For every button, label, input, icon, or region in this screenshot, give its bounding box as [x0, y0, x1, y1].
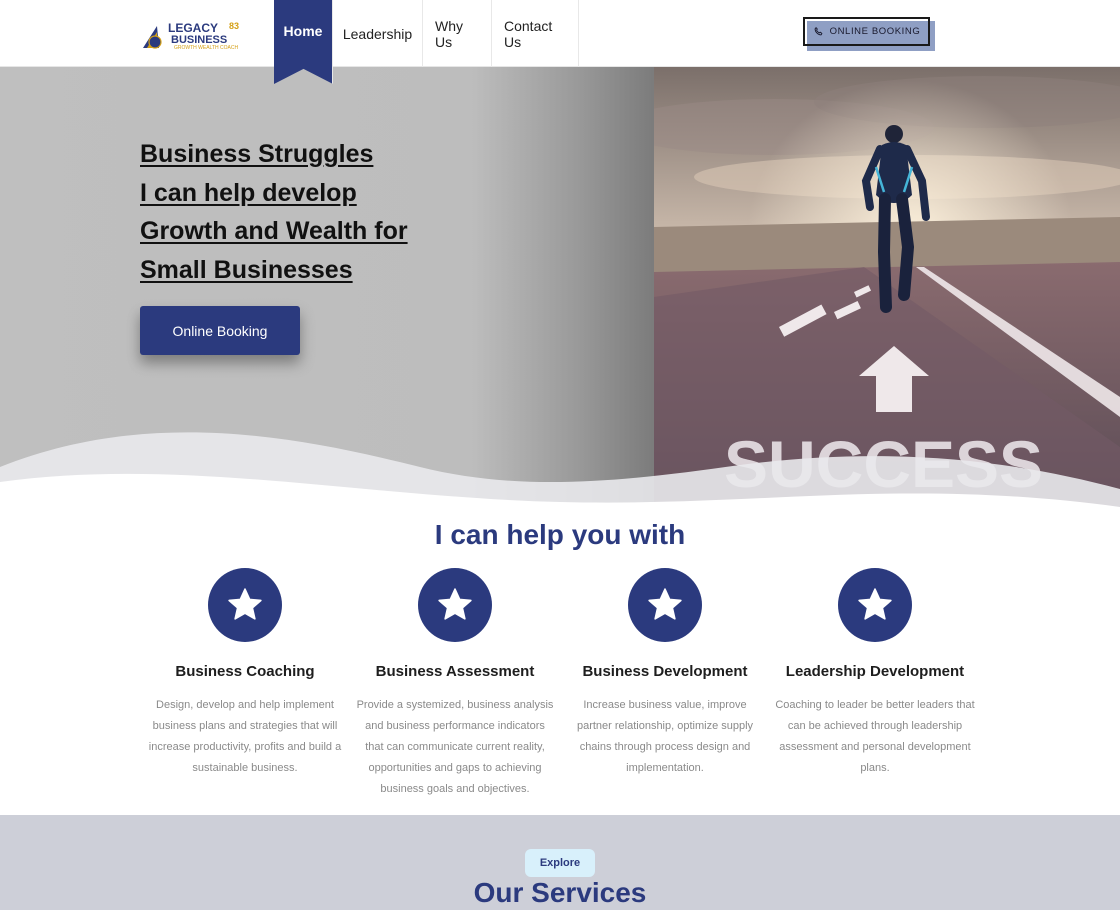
- card-description: Design, develop and help implement busin…: [148, 699, 342, 774]
- star-icon: [838, 568, 912, 642]
- hero-headline: Business Struggles I can help develop Gr…: [140, 135, 408, 290]
- service-card-business-assessment: Business Assessment Provide a systemized…: [355, 568, 555, 800]
- star-icon: [208, 568, 282, 642]
- star-icon: [628, 568, 702, 642]
- services-title: Our Services: [473, 877, 647, 908]
- card-title: Leadership Development: [785, 663, 965, 680]
- online-booking-button[interactable]: ONLINE BOOKING: [803, 17, 930, 46]
- nav-leadership[interactable]: Leadership: [333, 0, 423, 67]
- card-title: Business Coaching: [175, 663, 315, 680]
- site-logo[interactable]: LEGACY 83 BUSINESS GROWTH WEALTH COACH: [141, 18, 247, 52]
- nav-why-us[interactable]: Why Us: [423, 0, 492, 67]
- hero-headline-line-3[interactable]: Growth and Wealth for: [140, 212, 408, 251]
- svg-text:LEGACY: LEGACY: [168, 21, 218, 35]
- svg-text:83: 83: [229, 21, 239, 31]
- online-booking-label: ONLINE BOOKING: [829, 26, 921, 37]
- main-nav: Home Leadership Why Us Contact Us: [274, 0, 579, 84]
- services-section: Explore Our Services: [0, 815, 1120, 910]
- help-section-title: I can help you with: [434, 519, 686, 550]
- card-description: Increase business value, improve partner…: [576, 699, 754, 774]
- card-description: Provide a systemized, business analysis …: [356, 699, 554, 795]
- service-card-business-development: Business Development Increase business v…: [565, 568, 765, 779]
- hero-online-booking-button[interactable]: Online Booking: [140, 306, 300, 355]
- nav-contact-us[interactable]: Contact Us: [492, 0, 579, 67]
- header-booking: ONLINE BOOKING: [803, 17, 935, 51]
- site-header: LEGACY 83 BUSINESS GROWTH WEALTH COACH H…: [0, 0, 1120, 84]
- service-card-business-coaching: Business Coaching Design, develop and he…: [145, 568, 345, 779]
- svg-text:GROWTH WEALTH COACH: GROWTH WEALTH COACH: [174, 45, 238, 51]
- card-title: Business Development: [582, 663, 748, 680]
- hero-headline-line-1[interactable]: Business Struggles: [140, 135, 408, 174]
- service-card-leadership-development: Leadership Development Coaching to leade…: [775, 568, 975, 779]
- card-title: Business Assessment: [375, 663, 535, 680]
- explore-badge: Explore: [525, 849, 595, 877]
- card-description: Coaching to leader be better leaders tha…: [775, 699, 975, 774]
- hero-headline-line-2[interactable]: I can help develop: [140, 174, 408, 213]
- hero-headline-line-4[interactable]: Small Businesses: [140, 251, 408, 290]
- star-icon: [418, 568, 492, 642]
- hero-wave-divider: [0, 432, 1120, 517]
- phone-icon: [814, 27, 822, 36]
